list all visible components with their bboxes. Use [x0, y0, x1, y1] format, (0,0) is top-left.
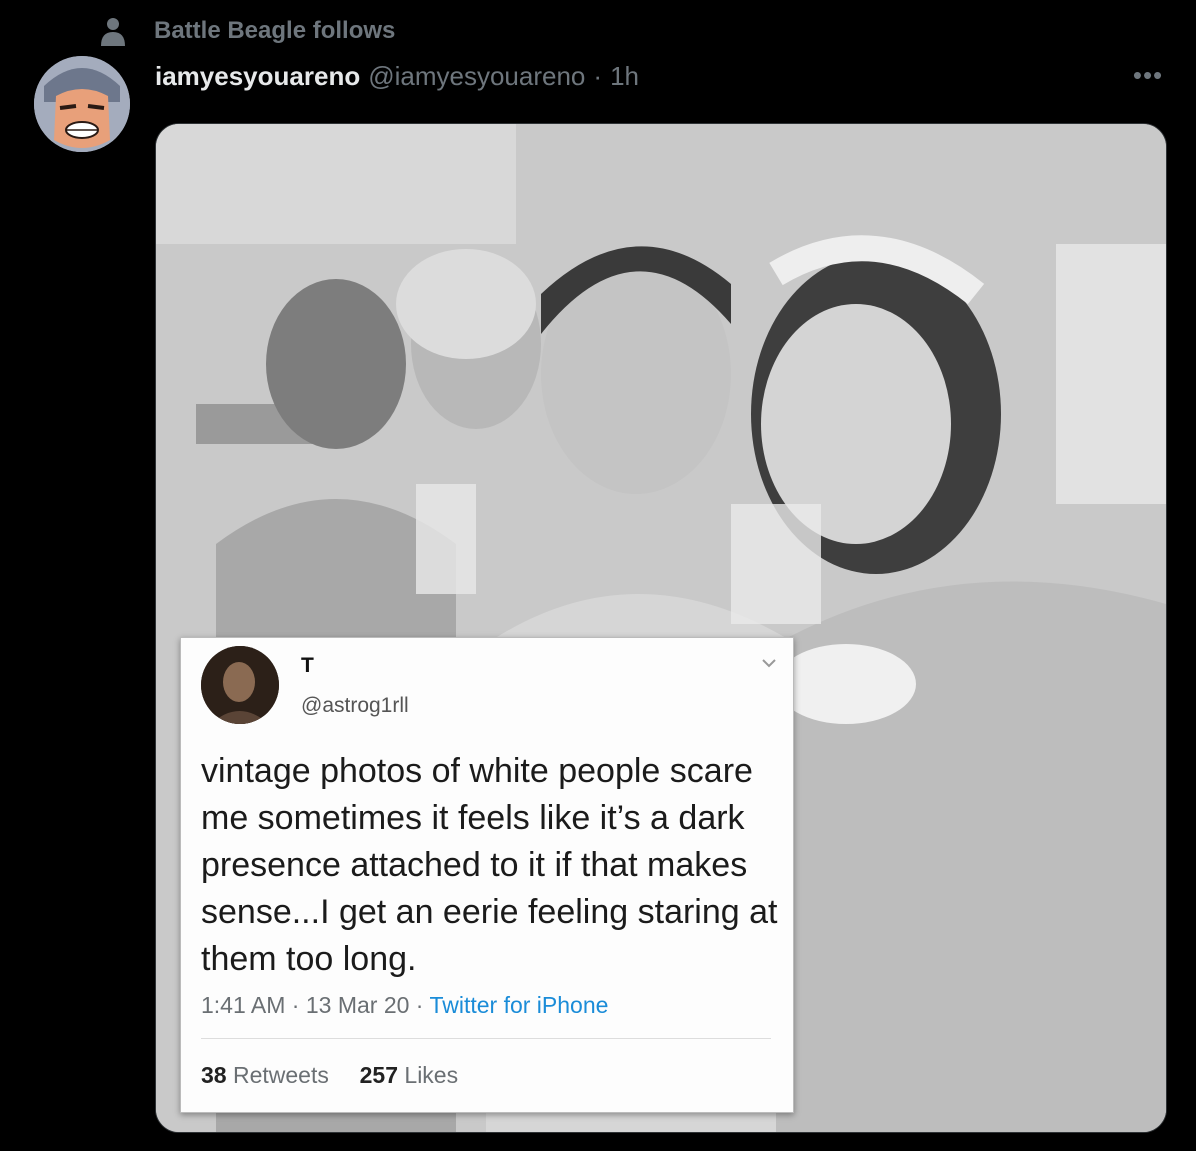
embedded-tweet-meta: 1:41 AM · 13 Mar 20 · Twitter for iPhone	[201, 992, 608, 1019]
embedded-avatar-image	[201, 646, 279, 724]
meta-separator: ·	[415, 992, 424, 1018]
embedded-source: Twitter for iPhone	[429, 992, 609, 1018]
timestamp[interactable]: 1h	[610, 61, 639, 92]
chevron-down-icon	[762, 659, 776, 668]
tweet-header: iamyesyouareno @iamyesyouareno · 1h	[155, 58, 639, 94]
like-count: 257	[359, 1062, 399, 1088]
display-name[interactable]: iamyesyouareno	[155, 61, 360, 92]
divider	[201, 1038, 771, 1039]
retweet-label: Retweets	[232, 1062, 329, 1088]
social-context: Battle Beagle follows	[100, 14, 395, 48]
meta-separator: ·	[291, 992, 300, 1018]
embedded-stats: 38 Retweets 257 Likes	[201, 1062, 458, 1089]
embedded-date: 13 Mar 20	[305, 992, 410, 1018]
embedded-time: 1:41 AM	[201, 992, 286, 1018]
more-options-button[interactable]: •••	[1128, 60, 1168, 90]
embedded-tweet-text: vintage photos of white people scare me …	[201, 752, 778, 978]
embedded-avatar	[201, 646, 279, 724]
retweet-count: 38	[201, 1062, 227, 1088]
embedded-handle: @astrog1rll	[301, 694, 409, 717]
user-handle[interactable]: @iamyesyouareno	[368, 61, 585, 92]
like-label: Likes	[404, 1062, 459, 1088]
tweet-media[interactable]: T @astrog1rll vintage photos of white pe…	[155, 123, 1167, 1133]
embedded-tweet-card: T @astrog1rll vintage photos of white pe…	[180, 637, 794, 1113]
embedded-name: T	[301, 654, 314, 677]
cartoon-avatar	[34, 56, 130, 152]
more-icon: •••	[1132, 59, 1164, 90]
social-context-text[interactable]: Battle Beagle follows	[154, 17, 395, 45]
avatar[interactable]	[34, 56, 130, 152]
separator-dot: ·	[593, 60, 603, 91]
person-icon	[101, 18, 125, 46]
